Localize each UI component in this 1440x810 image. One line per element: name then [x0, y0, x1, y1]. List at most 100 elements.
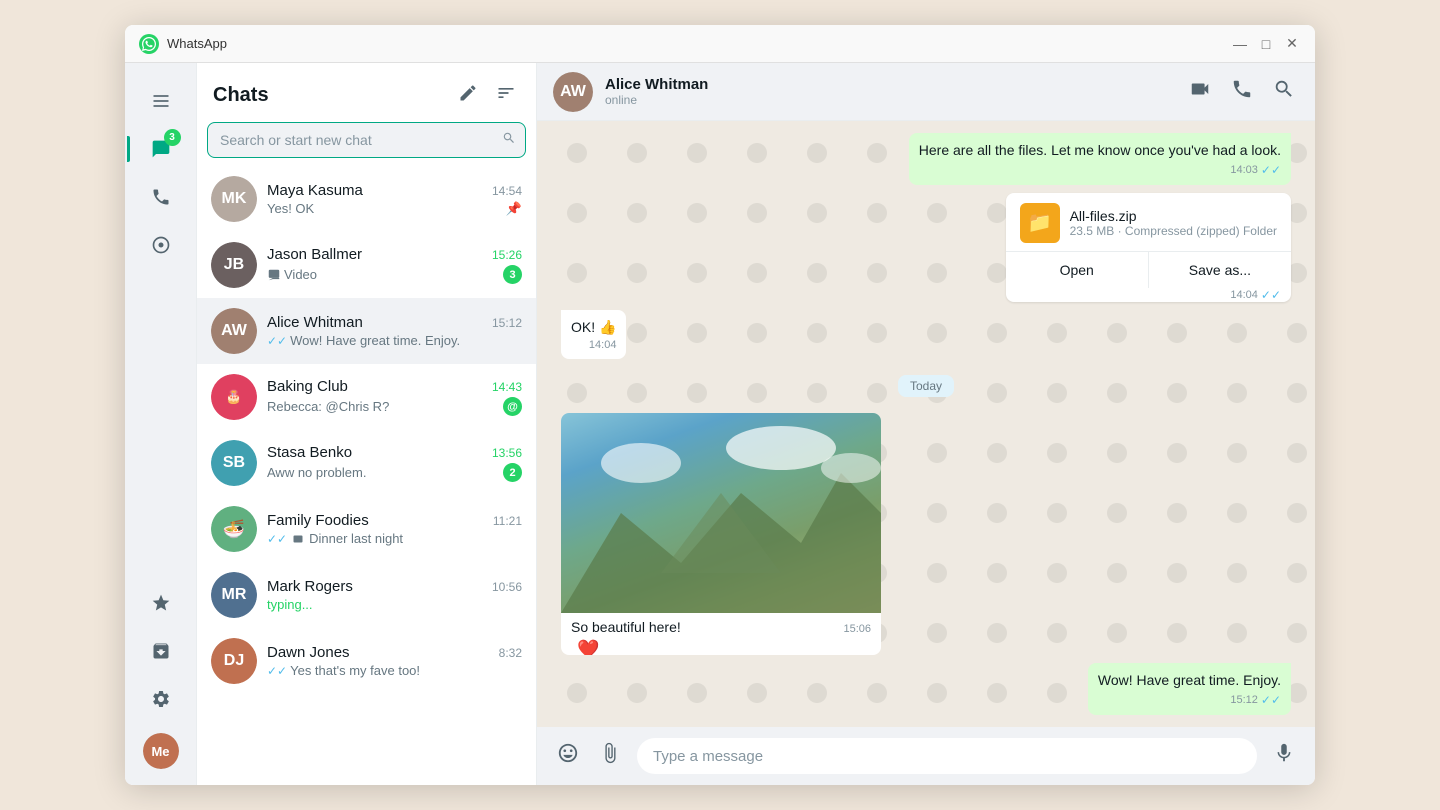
chat-item-dawn[interactable]: DJ Dawn Jones 8:32 ✓✓ Yes that's my fave…	[197, 628, 536, 694]
msg-tick-5: ✓✓	[1261, 693, 1281, 707]
chat-header-avatar[interactable]: AW	[553, 72, 593, 112]
message-input[interactable]	[637, 738, 1257, 774]
chat-input-bar	[537, 727, 1315, 785]
nav-settings[interactable]	[139, 677, 183, 721]
avatar-dawn: DJ	[211, 638, 257, 684]
nav-starred[interactable]	[139, 581, 183, 625]
nav-archived[interactable]	[139, 629, 183, 673]
file-header: 📁 All-files.zip 23.5 MB · Compressed (zi…	[1006, 193, 1291, 251]
file-actions: Open Save as...	[1006, 251, 1291, 288]
file-save-button[interactable]: Save as...	[1149, 252, 1291, 288]
chat-list-header: Chats	[197, 63, 536, 122]
avatar-mark: MR	[211, 572, 257, 618]
chat-list-title: Chats	[213, 84, 269, 107]
chat-info-family: Family Foodies 11:21 ✓✓ Dinner last nigh…	[267, 512, 522, 546]
message-5: Wow! Have great time. Enjoy. 15:12 ✓✓	[1088, 663, 1291, 715]
avatar-baking: 🎂	[211, 374, 257, 420]
chat-item-baking[interactable]: 🎂 Baking Club 14:43 Rebecca: @Chris R? @	[197, 364, 536, 430]
message-1: Here are all the files. Let me know once…	[909, 133, 1291, 185]
file-message: 📁 All-files.zip 23.5 MB · Compressed (zi…	[1006, 193, 1291, 302]
chat-name-maya: Maya Kasuma	[267, 182, 363, 199]
msg-tick-1: ✓✓	[1261, 163, 1281, 177]
chat-item-alice[interactable]: AW Alice Whitman 15:12 ✓✓ Wow! Have grea…	[197, 298, 536, 364]
search-chat-button[interactable]	[1269, 74, 1299, 109]
chat-panel: AW Alice Whitman online	[537, 63, 1315, 785]
file-time: 14:04	[1230, 289, 1258, 301]
close-button[interactable]: ✕	[1283, 35, 1301, 53]
date-separator: Today	[898, 375, 954, 397]
chat-preview-jason: Video	[267, 267, 317, 282]
chat-name-stasa: Stasa Benko	[267, 444, 352, 461]
image-caption: So beautiful here!	[571, 619, 681, 635]
avatar-maya: MK	[211, 176, 257, 222]
chat-name-baking: Baking Club	[267, 378, 348, 395]
chat-time-jason: 15:26	[492, 248, 522, 262]
message-3: OK! 👍 14:04	[561, 310, 626, 360]
chat-item-maya[interactable]: MK Maya Kasuma 14:54 Yes! OK 📌	[197, 166, 536, 232]
chat-time-mark: 10:56	[492, 580, 522, 594]
chat-list-panel: Chats	[197, 63, 537, 785]
file-name: All-files.zip	[1070, 208, 1277, 224]
mention-badge-baking: @	[503, 397, 522, 416]
unread-badge-stasa: 2	[503, 463, 522, 482]
chats-badge: 3	[164, 129, 181, 146]
emoji-button[interactable]	[553, 738, 583, 774]
chat-name-mark: Mark Rogers	[267, 578, 353, 595]
msg-time-3: 14:04	[589, 339, 617, 351]
file-details: All-files.zip 23.5 MB · Compressed (zipp…	[1070, 208, 1277, 238]
chat-header-actions	[1185, 74, 1299, 109]
nav-calls[interactable]	[139, 175, 183, 219]
chat-name-family: Family Foodies	[267, 512, 369, 529]
attach-button[interactable]	[595, 738, 625, 774]
chat-header-info: Alice Whitman online	[605, 76, 1173, 107]
chat-name-dawn: Dawn Jones	[267, 644, 350, 661]
chat-item-stasa[interactable]: SB Stasa Benko 13:56 Aww no problem. 2	[197, 430, 536, 496]
nav-status[interactable]	[139, 223, 183, 267]
maximize-button[interactable]: □	[1257, 35, 1275, 53]
nav-menu[interactable]	[139, 79, 183, 123]
chat-info-maya: Maya Kasuma 14:54 Yes! OK 📌	[267, 182, 522, 217]
window-title: WhatsApp	[167, 36, 1231, 51]
chat-contact-name: Alice Whitman	[605, 76, 1173, 93]
file-open-button[interactable]: Open	[1006, 252, 1149, 288]
filter-button[interactable]	[492, 79, 520, 112]
app-window: WhatsApp — □ ✕ 3	[125, 25, 1315, 785]
chat-preview-alice: ✓✓ Wow! Have great time. Enjoy.	[267, 333, 460, 348]
msg-time-5: 15:12	[1230, 694, 1258, 706]
chat-list-actions	[454, 79, 520, 112]
minimize-button[interactable]: —	[1231, 35, 1249, 53]
video-call-button[interactable]	[1185, 74, 1215, 109]
avatar-stasa: SB	[211, 440, 257, 486]
nav-chats[interactable]: 3	[139, 127, 183, 171]
unread-badge-jason: 3	[503, 265, 522, 284]
chat-info-jason: Jason Ballmer 15:26 Video 3	[267, 246, 522, 284]
chat-item-jason[interactable]: JB Jason Ballmer 15:26 Video 3	[197, 232, 536, 298]
title-bar: WhatsApp — □ ✕	[125, 25, 1315, 63]
image-time: 15:06	[843, 623, 871, 635]
chat-time-alice: 15:12	[492, 316, 522, 330]
chat-item-family[interactable]: 🍜 Family Foodies 11:21 ✓✓ Dinner last ni…	[197, 496, 536, 562]
user-avatar[interactable]: Me	[143, 733, 179, 769]
avatar-alice: AW	[211, 308, 257, 354]
chat-time-family: 11:21	[493, 514, 522, 528]
image-caption-row: So beautiful here! 15:06	[561, 613, 881, 639]
file-icon: 📁	[1020, 203, 1060, 243]
chat-time-baking: 14:43	[492, 380, 522, 394]
chat-name-jason: Jason Ballmer	[267, 246, 362, 263]
voice-message-button[interactable]	[1269, 738, 1299, 774]
chat-time-dawn: 8:32	[499, 646, 522, 660]
chat-time-maya: 14:54	[492, 184, 522, 198]
chat-messages: Here are all the files. Let me know once…	[537, 121, 1315, 727]
chat-preview-maya: Yes! OK	[267, 201, 314, 216]
new-chat-button[interactable]	[454, 79, 482, 112]
file-tick: ✓✓	[1261, 288, 1281, 302]
chat-info-stasa: Stasa Benko 13:56 Aww no problem. 2	[267, 444, 522, 482]
file-meta: 23.5 MB · Compressed (zipped) Folder	[1070, 224, 1277, 238]
chat-info-dawn: Dawn Jones 8:32 ✓✓ Yes that's my fave to…	[267, 644, 522, 678]
chat-item-mark[interactable]: MR Mark Rogers 10:56 typing...	[197, 562, 536, 628]
voice-call-button[interactable]	[1227, 74, 1257, 109]
main-layout: 3 Me Chats	[125, 63, 1315, 785]
search-input[interactable]	[207, 122, 526, 158]
chat-preview-dawn: ✓✓ Yes that's my fave too!	[267, 663, 420, 678]
chat-name-alice: Alice Whitman	[267, 314, 363, 331]
